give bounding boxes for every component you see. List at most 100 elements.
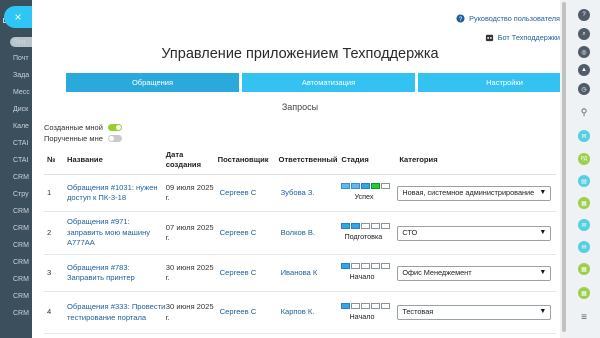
chat-icon-4[interactable]: ✉ <box>578 219 590 231</box>
chat-icon-6[interactable]: ▦ <box>578 263 590 275</box>
tab-bar: Обращения Автоматизация Настройки <box>66 73 568 92</box>
category-select[interactable]: Тестовая ▼ <box>397 305 552 320</box>
stage-progress-bar <box>341 183 391 190</box>
app-panel: ? Руководство пользователя Бот Техподдер… <box>32 0 568 338</box>
category-cell: Офис Менеджемент ▼ <box>395 255 556 291</box>
user-guide-label: Руководство пользователя <box>469 14 560 23</box>
request-link[interactable]: Обращения #783: Заправить принтер <box>61 255 166 291</box>
stage-segment <box>381 183 391 190</box>
category-value: Новая, системное администрирование <box>402 187 535 197</box>
responsible-link[interactable]: Иванова К <box>276 255 340 291</box>
dropdown-arrow-icon: ▼ <box>539 268 547 276</box>
request-link[interactable]: Обращения #971: заправить мою машину А77… <box>61 212 166 254</box>
stage-segment <box>381 263 391 270</box>
stage-progress-bar <box>341 263 391 270</box>
category-value: СТО <box>402 227 418 237</box>
stage-label: Успех <box>354 192 374 202</box>
close-slider-button[interactable]: × <box>4 6 32 28</box>
stage-segment <box>381 302 391 309</box>
chat-icon-2[interactable]: ▤ <box>578 175 590 187</box>
search-icon[interactable]: ⌕ <box>578 28 590 40</box>
request-link[interactable]: Обращения #1031: нужен доступ к ПК-3-18 <box>61 175 166 211</box>
responsible-link[interactable]: Волков В. <box>276 212 340 254</box>
stage-label: Начало <box>349 311 375 321</box>
stage-segment <box>341 223 351 230</box>
help-circle-icon: ? <box>456 14 465 23</box>
tab-settings[interactable]: Настройки <box>418 73 568 92</box>
bg-nav-item: Диск <box>13 106 29 113</box>
bg-nav-item: CTAI <box>13 140 29 147</box>
support-bot-link[interactable]: Бот Техподдержки <box>485 33 560 42</box>
section-title: Запросы <box>281 102 319 112</box>
category-select[interactable]: Офис Менеджемент ▼ <box>397 265 552 281</box>
stage-segment <box>341 302 351 309</box>
filter-assigned-toggle[interactable] <box>107 135 122 142</box>
responsible-link[interactable]: Зубова З. <box>276 175 340 211</box>
goals-icon[interactable]: ◎ <box>578 46 590 58</box>
bg-nav-item: CRM <box>13 259 29 266</box>
col-creator: Постановщик <box>217 154 269 164</box>
row-num: 3 <box>47 267 52 277</box>
bg-nav-item: CRM <box>13 276 29 283</box>
filter-created-toggle[interactable] <box>107 124 122 131</box>
bell-icon[interactable]: ▲ <box>578 64 590 76</box>
magnifier-icon[interactable]: ⚲ <box>578 106 590 118</box>
bg-nav-item: Лен <box>13 39 26 46</box>
chat-icon-7[interactable]: ▦ <box>578 287 590 299</box>
bg-nav-item: Кале <box>13 123 29 130</box>
stage-segment <box>371 183 381 190</box>
menu-icon[interactable]: ≡ <box>578 311 590 323</box>
bg-nav-item: CTAI <box>13 157 29 164</box>
stage-label: Подготовка <box>344 232 383 242</box>
chat-icon-5[interactable]: ✉ <box>578 241 590 253</box>
stage-segment <box>381 223 391 230</box>
col-name: Название <box>66 154 103 164</box>
category-value: Тестовая <box>402 307 434 317</box>
row-date: 09 июля 2025 г. <box>165 182 214 203</box>
stage-segment <box>371 263 381 270</box>
chat-icon-3[interactable]: ▦ <box>578 197 590 209</box>
avatar-rd[interactable]: РД <box>578 153 590 165</box>
scrollbar-thumb[interactable] <box>562 2 566 332</box>
creator-link[interactable]: Сергеев С <box>216 255 276 291</box>
stage-segment <box>361 263 371 270</box>
help-icon[interactable]: ? <box>578 9 590 21</box>
category-select[interactable]: СТО ▼ <box>397 225 552 241</box>
bg-nav-item: CRM <box>13 208 29 215</box>
col-stage: Стадия <box>341 154 369 164</box>
tab-automation[interactable]: Автоматизация <box>242 73 415 92</box>
filter-assigned-to-me: Порученные мне <box>44 134 122 143</box>
creator-link[interactable]: Сергеев С <box>216 175 276 211</box>
stage-segment <box>361 183 371 190</box>
stream-icon[interactable]: ◷ <box>578 83 590 95</box>
category-cell: Новая, системное администрирование ▼ <box>395 175 556 211</box>
tab-requests[interactable]: Обращения <box>66 73 239 92</box>
bg-nav-item: CRM <box>13 174 29 181</box>
support-bot-label: Бот Техподдержки <box>497 33 560 42</box>
creator-link[interactable]: Сергеев С <box>216 292 276 333</box>
table-row: 1 Обращения #1031: нужен доступ к ПК-3-1… <box>44 175 556 212</box>
col-num: № <box>47 154 56 164</box>
row-date: 07 июля 2025 г. <box>165 222 214 243</box>
row-num: 2 <box>47 227 52 237</box>
col-responsible: Ответственный <box>278 154 338 164</box>
bg-nav-item: Стру <box>13 191 29 198</box>
user-guide-link[interactable]: ? Руководство пользователя <box>456 14 560 23</box>
row-num: 4 <box>47 307 52 317</box>
right-rail: ? ⌕ ◎ ▲ ◷ ⚲ ✉ РД ▤ ▦ ✉ ✉ ▦ ▦ ▦ ≡ <box>568 0 600 338</box>
creator-link[interactable]: Сергеев С <box>216 212 276 254</box>
stage-segment <box>341 183 351 190</box>
page-title: Управление приложением Техподдержка <box>161 46 439 62</box>
dropdown-arrow-icon: ▼ <box>539 308 547 316</box>
requests-table: № Название Дата создания Постановщик Отв… <box>44 145 556 334</box>
stage-segment <box>351 302 361 309</box>
category-select[interactable]: Новая, системное администрирование ▼ <box>397 185 552 201</box>
bot-icon <box>485 34 493 42</box>
stage-segment <box>361 302 371 309</box>
responsible-link[interactable]: Карпов К. <box>276 292 340 333</box>
stage-segment <box>371 223 381 230</box>
filter-created-by-me: Созданные мной <box>44 123 122 132</box>
bg-nav-item: Почт <box>13 55 29 62</box>
chat-icon[interactable]: ✉ <box>578 130 590 142</box>
request-link[interactable]: Обращения #333: Провести тестирование по… <box>61 292 166 333</box>
